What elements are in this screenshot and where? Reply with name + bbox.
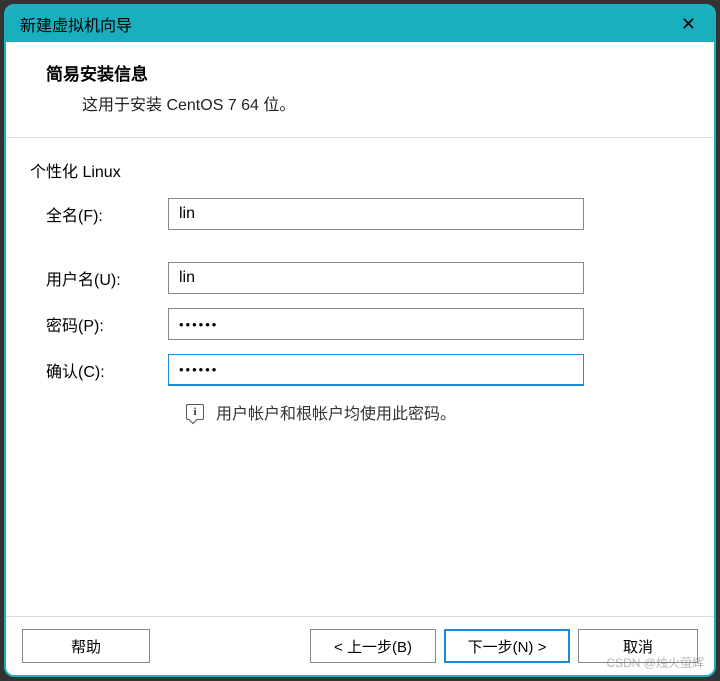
confirm-label: 确认(C): [30, 358, 168, 382]
next-button[interactable]: 下一步(N) > [444, 629, 570, 663]
cancel-button[interactable]: 取消 [578, 629, 698, 663]
back-button[interactable]: < 上一步(B) [310, 629, 436, 663]
header-subtitle: 这用于安装 CentOS 7 64 位。 [82, 91, 686, 115]
row-username: 用户名(U): [30, 262, 690, 294]
header-title: 简易安装信息 [46, 60, 686, 85]
window-title: 新建虚拟机向导 [20, 12, 132, 36]
wizard-window: 新建虚拟机向导 ✕ 简易安装信息 这用于安装 CentOS 7 64 位。 个性… [4, 4, 716, 677]
fullname-input[interactable] [168, 198, 584, 230]
header-section: 简易安装信息 这用于安装 CentOS 7 64 位。 [6, 42, 714, 138]
row-fullname: 全名(F): [30, 198, 690, 230]
username-label: 用户名(U): [30, 266, 168, 290]
fullname-label: 全名(F): [30, 202, 168, 226]
titlebar: 新建虚拟机向导 ✕ [6, 6, 714, 42]
help-button[interactable]: 帮助 [22, 629, 150, 663]
body: 个性化 Linux 全名(F): 用户名(U): 密码(P): 确认(C): 用… [6, 138, 714, 616]
password-label: 密码(P): [30, 312, 168, 336]
row-password: 密码(P): [30, 308, 690, 340]
username-input[interactable] [168, 262, 584, 294]
confirm-input[interactable] [168, 354, 584, 386]
info-icon [186, 404, 204, 420]
row-confirm: 确认(C): [30, 354, 690, 386]
footer: 帮助 < 上一步(B) 下一步(N) > 取消 [6, 616, 714, 675]
password-input[interactable] [168, 308, 584, 340]
close-icon[interactable]: ✕ [677, 12, 700, 37]
hint-row: 用户帐户和根帐户均使用此密码。 [186, 400, 690, 424]
hint-text: 用户帐户和根帐户均使用此密码。 [216, 400, 456, 424]
section-label: 个性化 Linux [30, 158, 690, 182]
